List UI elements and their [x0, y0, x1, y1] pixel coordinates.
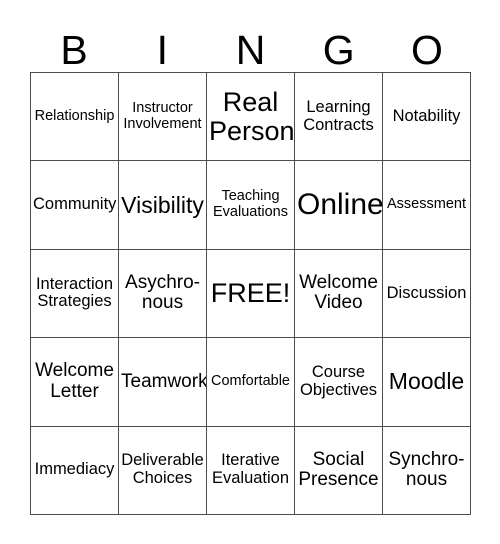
bingo-header-letter-n: N	[235, 27, 266, 73]
bingo-cell[interactable]: Deliverable Choices	[119, 426, 207, 515]
bingo-cell-label: Online	[297, 187, 383, 221]
bingo-cell-label: Notability	[392, 106, 461, 125]
bingo-header-row: BINGO	[30, 18, 471, 72]
bingo-header-letter-o: O	[410, 27, 443, 73]
bingo-cell-label: Asychro- nous	[125, 271, 200, 314]
bingo-cell[interactable]: Asychro- nous	[119, 249, 207, 339]
bingo-cell-label: Welcome Letter	[35, 360, 114, 402]
bingo-cell-label: Instructor Involvement	[123, 100, 202, 132]
bingo-cell-label: Iterative Evaluation	[211, 451, 290, 488]
bingo-cell-label: Discussion	[386, 283, 467, 302]
bingo-cell[interactable]: Learning Contracts	[295, 73, 383, 162]
bingo-cell[interactable]: Instructor Involvement	[119, 73, 207, 162]
bingo-cell-label: Teaching Evaluations	[213, 188, 288, 221]
bingo-cell[interactable]: Iterative Evaluation	[207, 426, 295, 515]
bingo-cell-label: Community	[33, 195, 117, 214]
bingo-cell[interactable]: Moodle	[383, 338, 471, 427]
bingo-card: B I N G O Relationship Instructor Involvement…	[0, 0, 500, 544]
bingo-cell[interactable]: Interaction Strategies	[31, 249, 119, 339]
bingo-header-letter-b: B	[60, 27, 88, 73]
bingo-cell-label: Welcome Video	[299, 271, 378, 314]
bingo-cell-label: Relationship	[34, 107, 115, 124]
bingo-grid: Relationship Instructor Involvement Real P…	[30, 72, 471, 515]
bingo-cell-label: Moodle	[388, 368, 465, 395]
bingo-cell[interactable]: Community	[31, 161, 119, 250]
bingo-header-letter-i: I	[156, 27, 168, 73]
bingo-cell[interactable]: Comfortable	[207, 338, 295, 427]
bingo-cell-label: Social Presence	[298, 448, 379, 491]
bingo-cell-label: Deliverable Choices	[121, 451, 204, 488]
bingo-header-letter-g: G	[322, 27, 355, 73]
bingo-cell-label: Comfortable	[211, 373, 290, 390]
bingo-cell[interactable]: Visibility	[119, 161, 207, 250]
bingo-cell-label: Assessment	[387, 196, 466, 213]
bingo-cell[interactable]: Course Objectives	[295, 338, 383, 427]
bingo-cell-label: Learning Contracts	[303, 97, 374, 134]
bingo-cell[interactable]: Teamwork	[119, 338, 207, 427]
bingo-cell-label: FREE!	[210, 277, 291, 308]
bingo-cell[interactable]: Discussion	[383, 249, 471, 339]
bingo-cell[interactable]: Notability	[383, 73, 471, 162]
bingo-cell[interactable]: Immediacy	[31, 426, 119, 515]
bingo-cell-label: Synchro- nous	[388, 448, 465, 491]
bingo-cell-label: Teamwork	[121, 370, 207, 392]
bingo-cell[interactable]: Welcome Letter	[31, 338, 119, 427]
bingo-cell[interactable]: Social Presence	[295, 426, 383, 515]
bingo-cell[interactable]: Synchro- nous	[383, 426, 471, 515]
bingo-cell-label: Visibility	[121, 191, 204, 218]
bingo-cell[interactable]: Welcome Video	[295, 249, 383, 339]
bingo-cell[interactable]: Assessment	[383, 161, 471, 250]
bingo-free-space-cell[interactable]: FREE!	[207, 249, 295, 339]
bingo-cell-label: Real Person	[209, 86, 295, 146]
bingo-cell-label: Interaction Strategies	[35, 274, 114, 311]
bingo-cell[interactable]: Relationship	[31, 73, 119, 162]
bingo-cell[interactable]: Real Person	[207, 73, 295, 162]
bingo-cell[interactable]: Online	[295, 161, 383, 250]
bingo-cell-label: Course Objectives	[299, 363, 378, 399]
bingo-cell[interactable]: Teaching Evaluations	[207, 161, 295, 250]
bingo-cell-label: Immediacy	[34, 460, 115, 479]
